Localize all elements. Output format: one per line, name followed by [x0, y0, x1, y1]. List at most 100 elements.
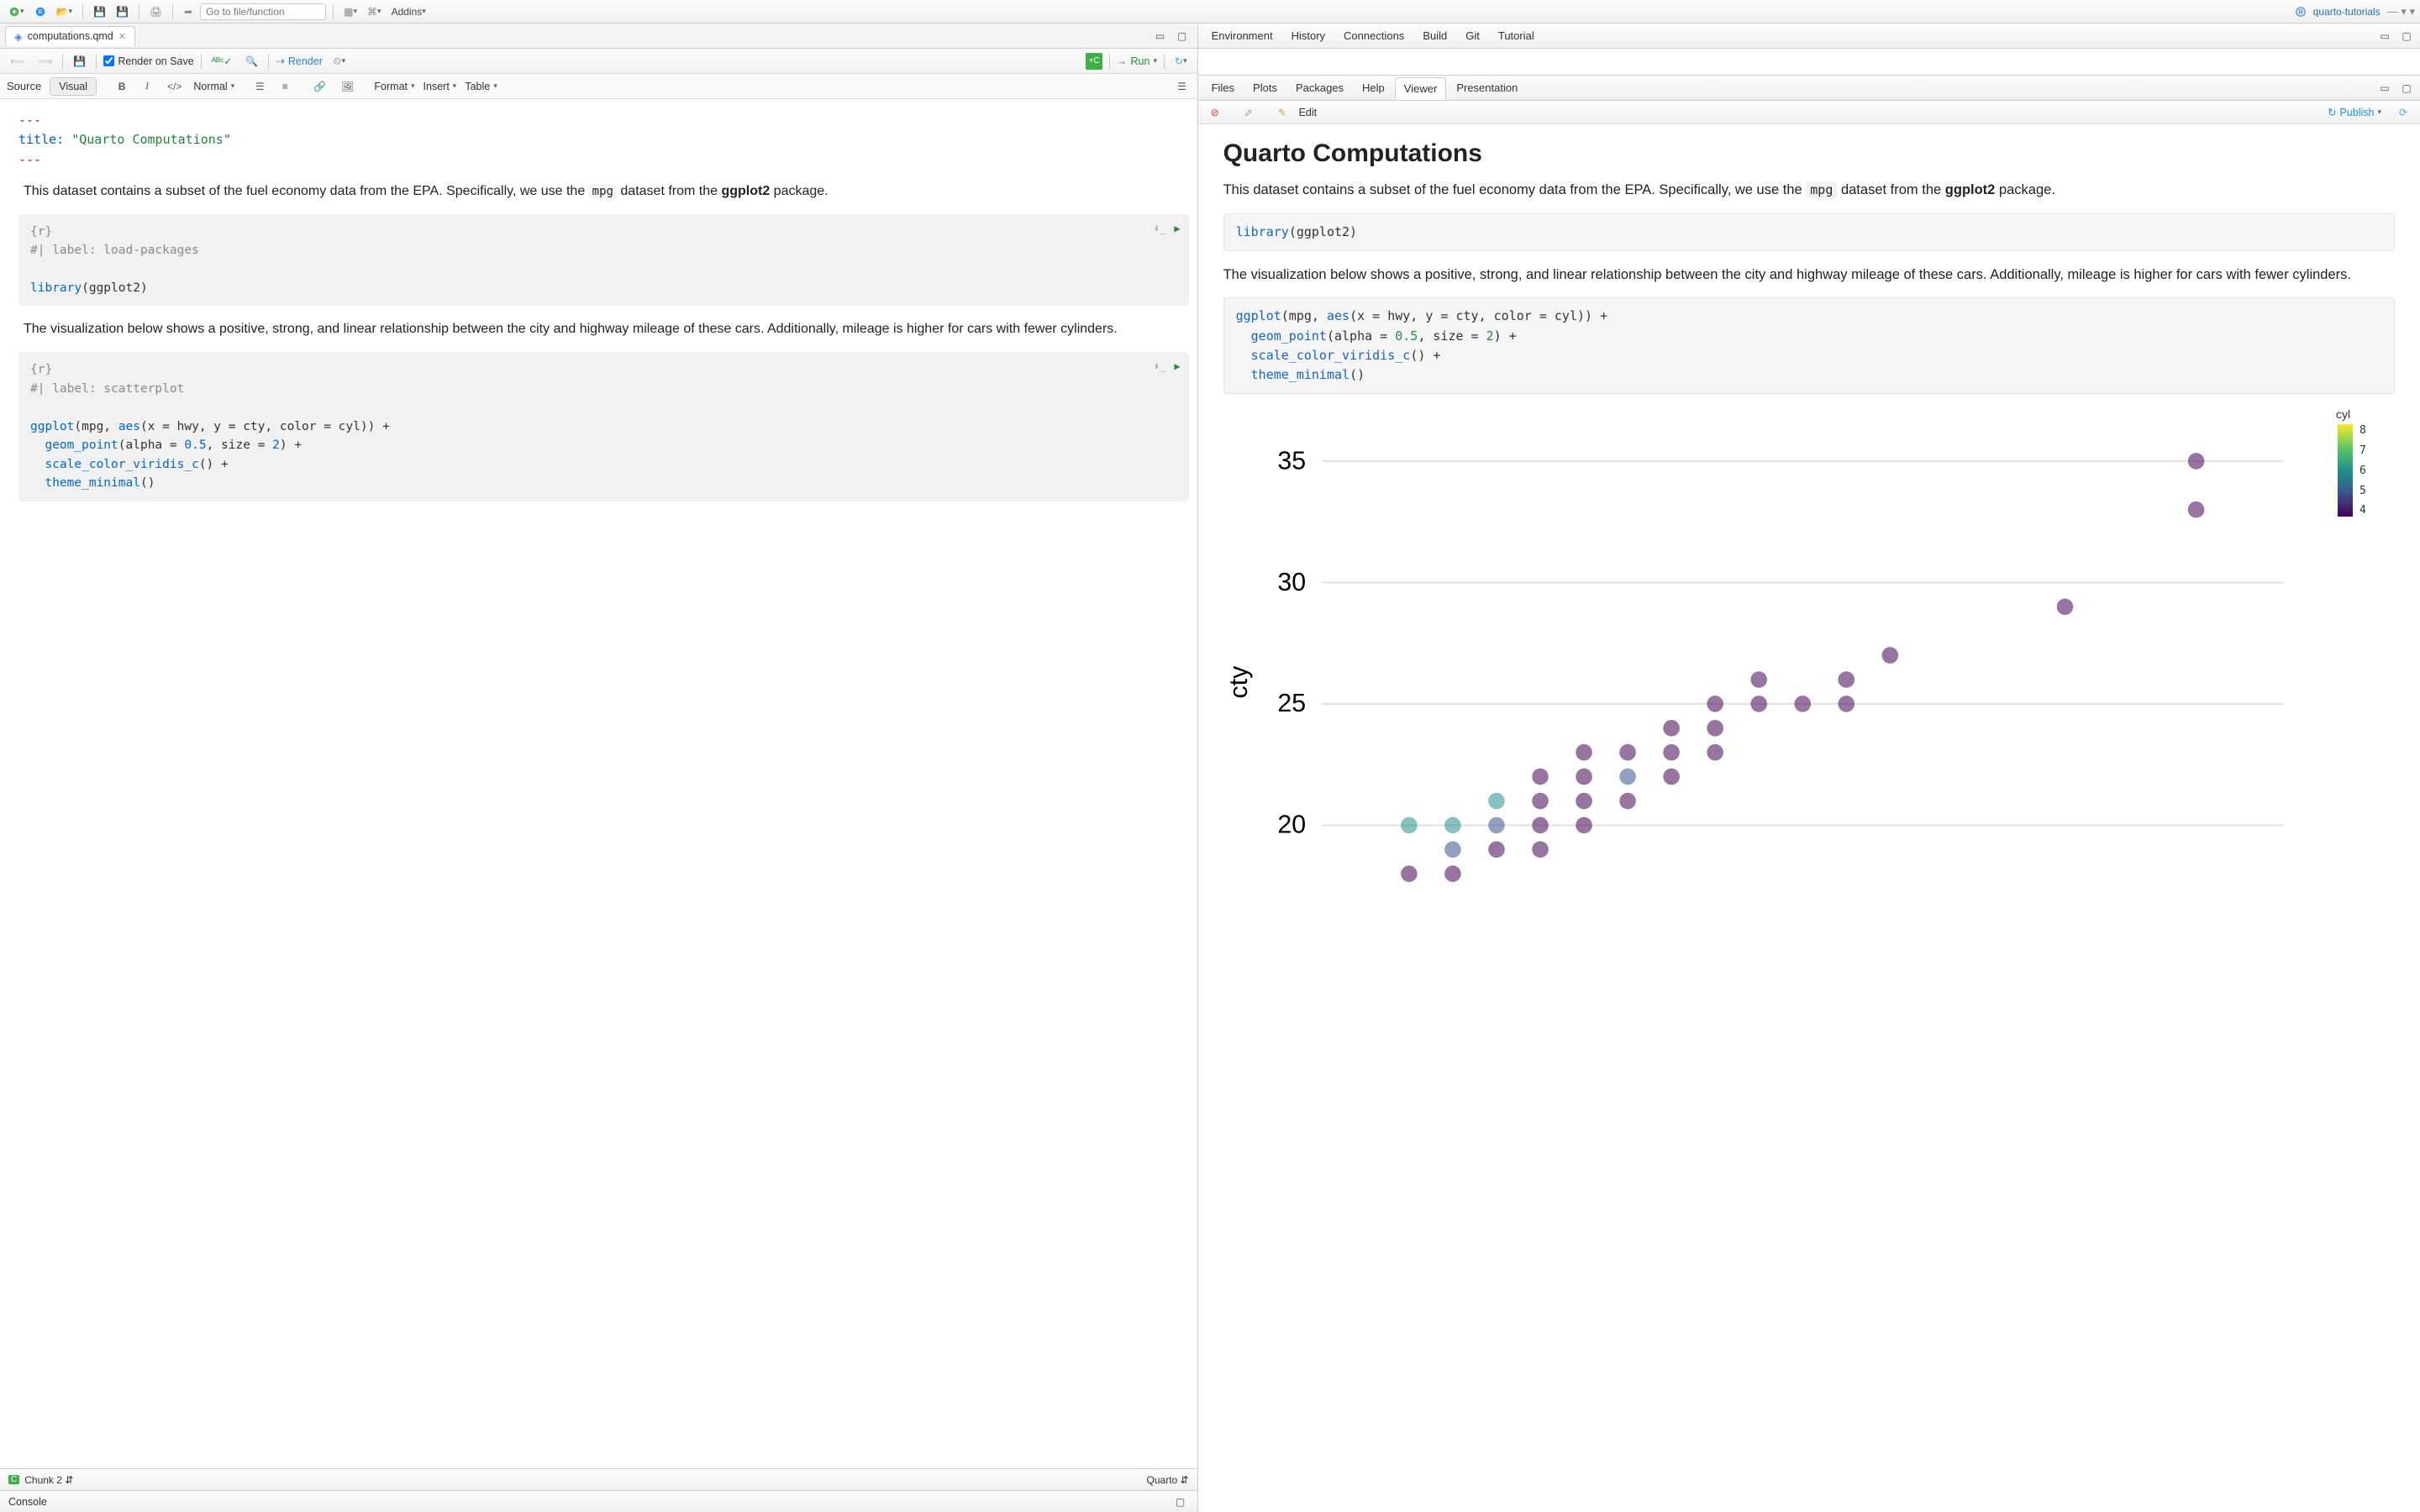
environment-tabs: Environment History Connections Build Gi…	[1198, 24, 2420, 49]
publish-button[interactable]: ↻ Publish ▾	[2328, 106, 2381, 118]
svg-text:cty: cty	[1225, 665, 1253, 699]
find-icon[interactable]: 🔍	[242, 53, 261, 70]
open-browser-icon[interactable]: ⬀	[1240, 104, 1257, 121]
save-doc-icon[interactable]: 💾	[70, 53, 89, 70]
code-chunk-1[interactable]: ⬇̲ ▶ {r} #| label: load-packages library…	[18, 214, 1189, 307]
insert-menu[interactable]: Insert ▾	[424, 81, 457, 92]
viewer-tabs: Files Plots Packages Help Viewer Present…	[1198, 76, 2420, 101]
rendered-p2: The visualization below shows a positive…	[1223, 265, 2395, 286]
code-inline-icon[interactable]: </>	[164, 78, 185, 95]
bullet-list-icon[interactable]: ☰	[251, 78, 268, 95]
console-tab[interactable]: Console ▢	[0, 1490, 1197, 1512]
block-format-dropdown[interactable]: Normal ▾	[193, 81, 234, 92]
editor-toolbar-1: ⟸ ⟹ 💾 Render on Save ᴬᴮᶜ✓ 🔍 ⇢ Render ⚙ ▾…	[0, 49, 1197, 74]
rendered-code-2: ggplot(mpg, aes(x = hwy, y = cty, color …	[1223, 297, 2395, 394]
svg-text:35: 35	[1277, 448, 1306, 475]
keyboard-icon[interactable]: ⌘▾	[364, 3, 385, 20]
prose-1[interactable]: This dataset contains a subset of the fu…	[24, 181, 1189, 202]
run-chunk-icon[interactable]: ▶	[1174, 359, 1180, 375]
file-tab-computations[interactable]: ◈ computations.qmd ✕	[5, 26, 135, 46]
minimize-pane-icon[interactable]: ▭	[1152, 28, 1169, 45]
file-tab-bar: ◈ computations.qmd ✕ ▭ ▢	[0, 24, 1197, 49]
svg-text:30: 30	[1277, 569, 1306, 596]
syntax-mode[interactable]: Quarto ⇵	[1147, 1474, 1189, 1486]
code-chunk-2[interactable]: ⬇̲ ▶ {r} #| label: scatterplot ggplot(mp…	[18, 352, 1189, 501]
viewer-toolbar: ⊘ ⬀ ✎ Edit ↻ Publish ▾ ⟳	[1198, 101, 2420, 124]
svg-text:20: 20	[1277, 811, 1306, 839]
run-chunk-icon[interactable]: ▶	[1174, 221, 1180, 237]
maximize-pane-icon[interactable]: ▢	[1174, 28, 1191, 45]
chunk-nav-icon[interactable]: C	[8, 1475, 19, 1484]
edit-icon[interactable]: ✎	[1274, 104, 1291, 121]
addins-menu[interactable]: Addins ▾	[388, 3, 429, 20]
link-icon[interactable]: 🔗	[310, 78, 329, 95]
new-file-icon[interactable]: ▾	[5, 3, 28, 20]
viewer-body[interactable]: Quarto Computations This dataset contain…	[1198, 124, 2420, 1512]
tab-presentation[interactable]: Presentation	[1448, 77, 1526, 98]
spellcheck-icon[interactable]: ᴬᴮᶜ✓	[208, 53, 236, 70]
print-icon[interactable]: 🖨	[146, 3, 166, 20]
publish-icon[interactable]: ↻ ▾	[1171, 53, 1191, 70]
numbered-list-icon[interactable]: ≡	[276, 78, 293, 95]
render-settings-icon[interactable]: ⚙ ▾	[329, 53, 349, 70]
image-icon[interactable]: 🖼	[338, 78, 357, 95]
maximize-console-icon[interactable]: ▢	[1172, 1494, 1189, 1510]
run-button[interactable]: → Run ▾	[1117, 55, 1157, 67]
minimize-env-icon[interactable]: ▭	[2376, 28, 2393, 45]
quarto-filetype-icon: ◈	[14, 30, 23, 43]
file-tab-label: computations.qmd	[28, 30, 113, 42]
tab-environment[interactable]: Environment	[1203, 25, 1281, 46]
tab-connections[interactable]: Connections	[1335, 25, 1413, 46]
chunk-indicator[interactable]: Chunk 2 ⇵	[24, 1474, 73, 1486]
tab-viewer[interactable]: Viewer	[1395, 77, 1447, 100]
back-icon[interactable]: ⟸	[7, 53, 28, 70]
run-above-icon[interactable]: ⬇̲	[1154, 221, 1165, 237]
tab-help[interactable]: Help	[1354, 77, 1393, 98]
rendered-p1: This dataset contains a subset of the fu…	[1223, 180, 2395, 202]
project-name[interactable]: quarto-tutorials	[2313, 6, 2381, 18]
tab-files[interactable]: Files	[1203, 77, 1243, 98]
italic-icon[interactable]: I	[139, 78, 155, 95]
add-chunk-icon[interactable]: +C	[1086, 53, 1102, 70]
tab-packages[interactable]: Packages	[1287, 77, 1352, 98]
editor-content[interactable]: --- title: "Quarto Computations" --- Thi…	[0, 99, 1197, 1468]
plot-legend: cyl 87654	[2336, 407, 2395, 937]
refresh-viewer-icon[interactable]: ⟳	[2395, 104, 2412, 121]
goto-input[interactable]	[200, 3, 326, 20]
remove-viewer-icon[interactable]: ⊘	[1207, 104, 1223, 121]
close-tab-icon[interactable]: ✕	[118, 31, 126, 42]
forward-icon[interactable]: ⟹	[34, 53, 55, 70]
prose-2[interactable]: The visualization below shows a positive…	[24, 319, 1189, 340]
tab-build[interactable]: Build	[1414, 25, 1455, 46]
source-view-toggle[interactable]: Source	[7, 80, 41, 92]
scatter-plot: cty 20 25 30 35 cyl 87654	[1223, 407, 2395, 937]
maximize-viewer-icon[interactable]: ▢	[2398, 80, 2415, 97]
maximize-env-icon[interactable]: ▢	[2398, 28, 2415, 45]
tab-git[interactable]: Git	[1457, 25, 1488, 46]
editor-toolbar-2: Source Visual B I </> Normal ▾ ☰ ≡ 🔗 🖼 F…	[0, 74, 1197, 99]
table-menu[interactable]: Table ▾	[465, 81, 497, 92]
save-all-icon[interactable]: 💾	[113, 3, 132, 20]
editor-footer: C Chunk 2 ⇵ Quarto ⇵	[0, 1468, 1197, 1490]
tab-history[interactable]: History	[1283, 25, 1334, 46]
minimize-viewer-icon[interactable]: ▭	[2376, 80, 2393, 97]
bold-icon[interactable]: B	[113, 78, 130, 95]
svg-text:R: R	[38, 9, 42, 15]
svg-text:25: 25	[1277, 690, 1306, 718]
tab-tutorial[interactable]: Tutorial	[1490, 25, 1543, 46]
new-project-icon[interactable]: R	[31, 3, 50, 20]
open-file-icon[interactable]: 📂▾	[53, 3, 76, 20]
format-menu[interactable]: Format ▾	[374, 81, 414, 92]
tab-plots[interactable]: Plots	[1244, 77, 1286, 98]
render-button[interactable]: ⇢ Render	[276, 55, 322, 67]
run-above-icon[interactable]: ⬇̲	[1154, 359, 1165, 375]
render-on-save-checkbox[interactable]: Render on Save	[103, 55, 193, 67]
app-toolbar: ▾ R 📂▾ 💾 💾 🖨 ➦ ▦▾ ⌘▾ Addins ▾ R quarto-t…	[0, 0, 2420, 24]
visual-view-toggle[interactable]: Visual	[50, 78, 96, 95]
grid-icon[interactable]: ▦▾	[340, 3, 360, 20]
outline-icon[interactable]: ☰	[1174, 78, 1191, 95]
plot-canvas: cty 20 25 30 35	[1223, 407, 2323, 937]
edit-label[interactable]: Edit	[1299, 107, 1318, 118]
save-icon[interactable]: 💾	[90, 3, 109, 20]
svg-text:R: R	[2298, 9, 2302, 15]
